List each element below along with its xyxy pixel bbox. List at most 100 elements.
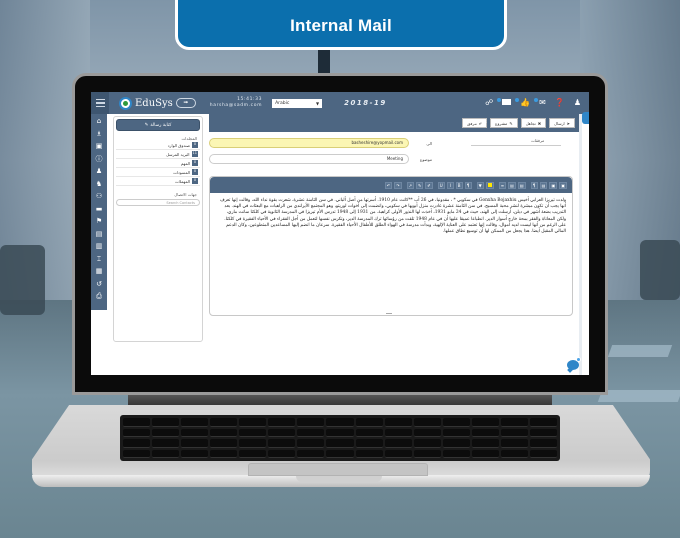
keyboard-key — [529, 439, 557, 448]
table-icon[interactable]: ▤ — [539, 181, 548, 189]
keyboard-key — [123, 428, 151, 437]
resize-handle[interactable] — [386, 312, 392, 314]
eraser-icon[interactable]: ✎ — [415, 181, 424, 189]
message-body[interactable]: ولدت تيريزا العرابي أخيس Gonxha Bojaxhiu… — [210, 193, 572, 240]
keyboard-key — [326, 449, 354, 458]
bed-icon[interactable]: ⌶ — [94, 255, 104, 265]
keyboard-key — [268, 439, 296, 448]
folder-item[interactable]: المهم 0 — [116, 159, 200, 168]
logo-text: EduSys — [135, 97, 173, 109]
background-stripe — [607, 345, 673, 357]
list-icon[interactable]: ▤ — [517, 181, 526, 189]
flag-icon[interactable]: ⚑ — [94, 217, 104, 227]
link-icon[interactable]: ↗ — [406, 181, 414, 189]
list-icon[interactable]: ▤ — [508, 181, 516, 189]
italic-icon[interactable]: I — [446, 181, 454, 189]
folder-item[interactable]: المهملات 0 — [116, 177, 200, 186]
keyboard-key — [326, 439, 354, 448]
info-icon[interactable]: ⓘ — [94, 155, 104, 165]
discard-button[interactable]: تجاهل ✖ — [520, 118, 547, 128]
folder-item[interactable]: المسودات 0 — [116, 168, 200, 177]
subject-input[interactable]: Meeting — [209, 154, 409, 164]
keyboard-key — [152, 428, 180, 437]
keyboard-key — [529, 428, 557, 437]
paragraph-icon[interactable]: ¶ — [464, 181, 472, 189]
right-strip — [579, 114, 582, 375]
keyboard-key — [326, 428, 354, 437]
folders-panel: ✎ كتابة رسالة المجلدات صندوق الوارد 0 البر… — [113, 116, 203, 342]
monitor-icon[interactable]: ▣ — [94, 142, 104, 152]
document-icon[interactable]: ▤ — [94, 230, 104, 240]
send-icon: ➤ — [566, 120, 570, 126]
card-icon[interactable]: ▬ — [94, 205, 104, 215]
compose-button[interactable]: ✎ كتابة رسالة — [116, 119, 200, 131]
top-icons: ☍ 👍 ✉ ❓ ♟ — [485, 98, 589, 107]
media-icon[interactable]: ▣ — [559, 181, 567, 189]
keyboard-key — [297, 449, 325, 458]
message-editor: ↶ ↷ ↗ ✎ ✐ U I B ¶ ▼ ≡ ▤ ▤ ¶ ▤ ▣ ▣ ولدت تيريزا العرابي أخ… — [209, 176, 573, 316]
logo-arrow-icon: ➟ — [175, 98, 196, 108]
background-chair — [0, 245, 45, 315]
user-add-icon[interactable]: ♞ — [94, 180, 104, 190]
underline-icon[interactable]: U — [437, 181, 445, 189]
align-icon[interactable]: ≡ — [498, 181, 507, 189]
keyboard-key — [181, 418, 209, 427]
redo-icon[interactable]: ↷ — [394, 181, 402, 189]
mail-icon[interactable]: ✉ — [534, 98, 546, 107]
folder-item[interactable]: البريد المرسل 11 — [116, 150, 200, 159]
id-card-icon[interactable] — [497, 98, 512, 107]
pen-icon[interactable]: ✐ — [425, 181, 433, 189]
image-icon[interactable]: ▣ — [549, 181, 558, 189]
user-email: harsha@sadm.com — [209, 103, 263, 108]
keyboard-key — [355, 428, 383, 437]
right-panel-tab[interactable] — [582, 112, 589, 124]
home-icon[interactable]: ⌂ — [94, 117, 104, 127]
folder-label: المسودات — [173, 169, 190, 175]
laptop-trackpad — [248, 463, 428, 476]
keyboard-key — [210, 439, 238, 448]
book-icon[interactable]: ▥ — [94, 242, 104, 252]
draft-button[interactable]: مشروع ✎ — [490, 118, 518, 128]
contacts-search-input[interactable]: Search Contacts — [116, 199, 200, 206]
menu-icon[interactable] — [91, 92, 109, 114]
user-icon[interactable]: ♟ — [574, 99, 581, 107]
thumbs-up-icon[interactable]: 👍 — [515, 98, 530, 107]
to-input[interactable]: basheshire@yopmail.com — [209, 138, 409, 148]
logo[interactable]: EduSys ➟ — [119, 96, 196, 110]
institution-icon[interactable]: ♗ — [94, 130, 104, 140]
user-icon[interactable]: ♟ — [94, 167, 104, 177]
font-size-icon[interactable]: ▼ — [476, 181, 484, 189]
folder-item[interactable]: صندوق الوارد 0 — [116, 141, 200, 150]
keyboard-key — [384, 439, 412, 448]
bus-icon[interactable]: ▦ — [94, 267, 104, 277]
banner-title: Internal Mail — [290, 16, 392, 35]
highlight-icon[interactable] — [485, 181, 494, 189]
keyboard-key — [442, 439, 470, 448]
language-select[interactable]: Arabic ▼ — [272, 98, 323, 108]
banner: Internal Mail — [175, 0, 507, 50]
language-value: Arabic — [275, 100, 290, 106]
keyboard-key — [152, 418, 180, 427]
keyboard-key — [413, 439, 441, 448]
keyboard-key — [413, 428, 441, 437]
folder-count-badge: 0 — [192, 142, 198, 148]
folder-label: صندوق الوارد — [167, 142, 190, 148]
to-label: الى — [426, 140, 432, 146]
print-icon[interactable]: ⎙ — [94, 292, 104, 302]
bold-icon[interactable]: B — [455, 181, 463, 189]
attachments-field[interactable] — [471, 145, 561, 146]
undo-icon[interactable]: ↶ — [384, 181, 393, 189]
keyboard-key — [239, 439, 267, 448]
format-icon[interactable]: ¶ — [530, 181, 538, 189]
keyboard-key — [297, 428, 325, 437]
group-icon[interactable]: ⚇ — [94, 192, 104, 202]
top-bar: EduSys ➟ 15:41:33 harsha@sadm.com Arabic… — [91, 92, 589, 114]
keyboard-key — [500, 428, 528, 437]
history-icon[interactable]: ↺ — [94, 280, 104, 290]
send-button[interactable]: ارسال ➤ — [549, 118, 575, 128]
help-icon[interactable]: ❓ — [555, 99, 565, 107]
subject-label: موضوع — [419, 156, 432, 162]
link-icon[interactable]: ☍ — [485, 99, 493, 107]
academic-year: 2018-19 — [344, 99, 387, 107]
folder-count-badge: 0 — [192, 178, 198, 184]
